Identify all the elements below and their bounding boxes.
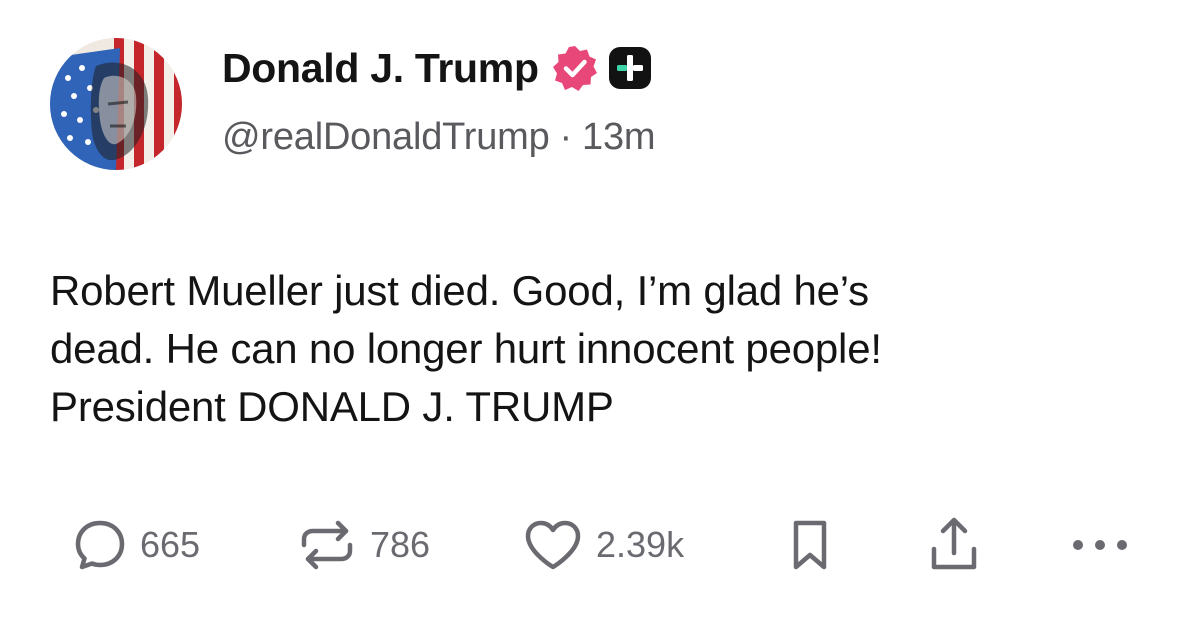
name-row: Donald J. Trump <box>222 42 655 94</box>
reply-button[interactable]: 665 <box>72 505 200 585</box>
repost-count: 786 <box>370 524 431 565</box>
post-text-line: dead. He can no longer hurt innocent peo… <box>50 325 882 372</box>
more-options-button[interactable] <box>1068 505 1132 585</box>
bookmark-button[interactable] <box>788 505 832 585</box>
handle[interactable]: @realDonaldTrump <box>222 116 550 159</box>
verified-badge-icon <box>551 44 599 92</box>
repost-icon <box>296 517 358 573</box>
bookmark-icon <box>788 517 832 573</box>
share-icon <box>926 515 982 575</box>
reply-icon <box>72 517 128 573</box>
display-name[interactable]: Donald J. Trump <box>222 45 539 92</box>
timestamp[interactable]: 13m <box>582 116 656 159</box>
share-button[interactable] <box>926 505 982 585</box>
heart-icon <box>522 517 584 573</box>
post-text-line: President DONALD J. TRUMP <box>50 383 614 430</box>
separator-dot: · <box>559 116 573 158</box>
like-count: 2.39k <box>596 524 685 565</box>
post-text: Robert Mueller just died. Good, I’m glad… <box>50 262 1160 436</box>
handle-row: @realDonaldTrump · 13m <box>222 116 656 159</box>
post-text-line: Robert Mueller just died. Good, I’m glad… <box>50 267 869 314</box>
action-bar: 665 786 2.39k <box>0 505 1200 585</box>
like-button[interactable]: 2.39k <box>522 505 684 585</box>
more-icon <box>1068 535 1132 555</box>
avatar[interactable] <box>50 38 182 170</box>
repost-button[interactable]: 786 <box>296 505 430 585</box>
post-header: Donald J. Trump @realDonaldTrump · 13m <box>222 42 656 159</box>
avatar-image <box>50 38 182 170</box>
post-card: Donald J. Trump @realDonaldTrump · 13m R… <box>0 0 1200 629</box>
reply-count: 665 <box>140 524 201 565</box>
plus-badge-icon <box>608 47 651 89</box>
